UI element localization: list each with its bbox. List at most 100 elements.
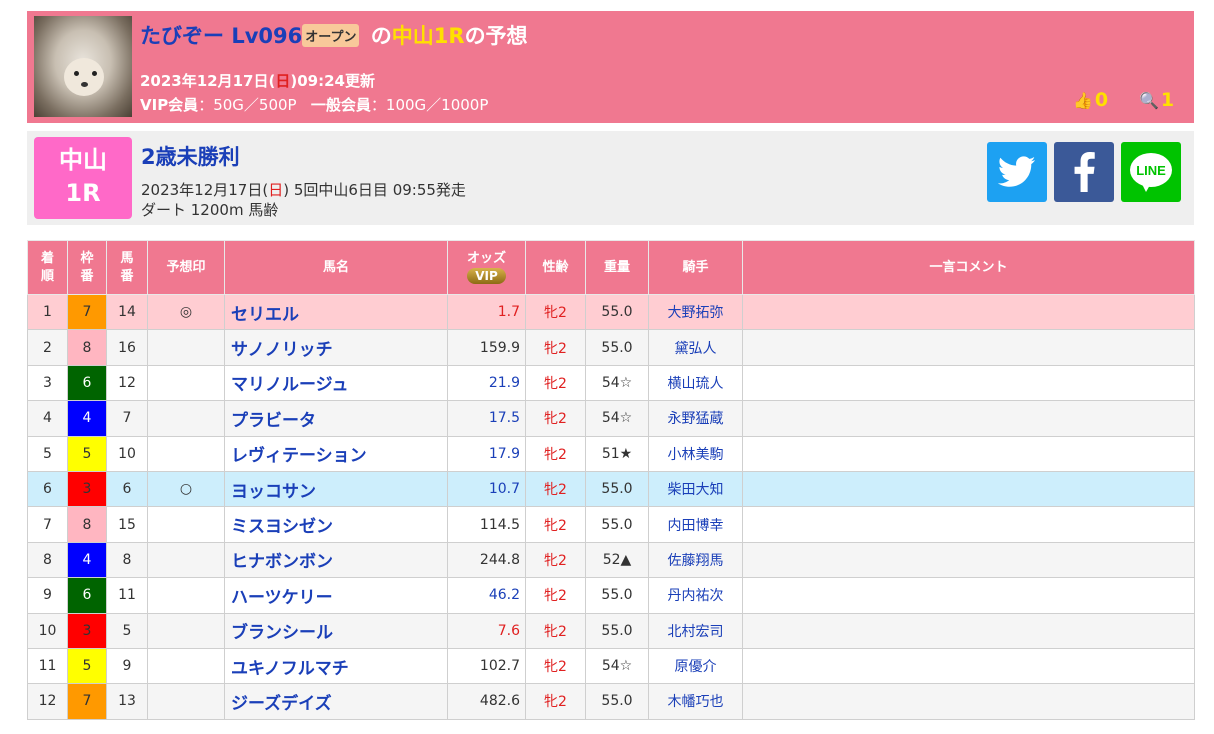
odds-cell: 114.5	[447, 506, 526, 543]
table-row: 9 6 11 ハーツケリー 46.2 牝2 55.0 丹内祐次	[27, 577, 1195, 614]
header-umaban: 馬番	[106, 240, 148, 295]
race-info-panel: 中山 1R 2歳未勝利 2023年12月17日(日) 5回中山6日目 09:55発…	[27, 131, 1194, 225]
mark-cell	[147, 435, 225, 472]
umaban-cell: 13	[106, 683, 148, 720]
like-counter[interactable]: 👍 0	[1073, 89, 1108, 111]
sexage-cell: 牝2	[525, 506, 586, 543]
mark-cell	[147, 364, 225, 402]
predictor-name-link[interactable]: たびぞー Lv096	[140, 24, 302, 48]
waku-cell: 4	[67, 541, 107, 579]
weight-cell: 55.0	[585, 506, 649, 543]
waku-cell: 4	[67, 400, 107, 437]
weight-cell: 55.0	[585, 293, 649, 331]
horse-name-link[interactable]: プラビータ	[224, 400, 448, 437]
umaban-cell: 10	[106, 435, 148, 472]
jockey-link[interactable]: 大野拓弥	[648, 293, 743, 331]
umaban-cell: 5	[106, 612, 148, 649]
table-row: 11 5 9 ユキノフルマチ 102.7 牝2 54☆ 原優介	[27, 647, 1195, 685]
horse-name-link[interactable]: ユキノフルマチ	[224, 647, 448, 685]
comment-cell	[742, 435, 1195, 472]
jockey-link[interactable]: 黛弘人	[648, 329, 743, 366]
horse-name-link[interactable]: ヒナボンボン	[224, 541, 448, 579]
rank-cell: 11	[27, 647, 68, 685]
odds-cell: 10.7	[447, 470, 526, 508]
horse-name-link[interactable]: ジーズデイズ	[224, 683, 448, 720]
sexage-cell: 牝2	[525, 612, 586, 649]
horse-name-link[interactable]: ブランシール	[224, 612, 448, 649]
jockey-link[interactable]: 木幡巧也	[648, 683, 743, 720]
mark-cell	[147, 329, 225, 366]
odds-cell: 21.9	[447, 364, 526, 402]
jockey-link[interactable]: 永野猛蔵	[648, 400, 743, 437]
weight-cell: 55.0	[585, 683, 649, 720]
odds-cell: 1.7	[447, 293, 526, 331]
mark-cell: ◎	[147, 293, 225, 331]
mark-cell	[147, 400, 225, 437]
table-row: 4 4 7 プラビータ 17.5 牝2 54☆ 永野猛蔵	[27, 400, 1195, 437]
facebook-share-button[interactable]	[1054, 142, 1114, 202]
weight-cell: 51★	[585, 435, 649, 472]
jockey-link[interactable]: 横山琉人	[648, 364, 743, 402]
horse-name-link[interactable]: マリノルージュ	[224, 364, 448, 402]
rank-cell: 10	[27, 612, 68, 649]
rank-cell: 5	[27, 435, 68, 472]
jockey-link[interactable]: 小林美駒	[648, 435, 743, 472]
jockey-link[interactable]: 佐藤翔馬	[648, 541, 743, 579]
horse-name-link[interactable]: サノノリッチ	[224, 329, 448, 366]
header-sexage: 性齢	[525, 240, 586, 295]
header-weight: 重量	[585, 240, 649, 295]
weight-cell: 54☆	[585, 364, 649, 402]
twitter-share-button[interactable]	[987, 142, 1047, 202]
sexage-cell: 牝2	[525, 293, 586, 331]
table-row: 12 7 13 ジーズデイズ 482.6 牝2 55.0 木幡巧也	[27, 683, 1195, 720]
rank-cell: 8	[27, 541, 68, 579]
horse-name-link[interactable]: セリエル	[224, 293, 448, 331]
waku-cell: 3	[67, 612, 107, 649]
horse-name-link[interactable]: レヴィテーション	[224, 435, 448, 472]
umaban-cell: 6	[106, 470, 148, 508]
odds-cell: 17.5	[447, 400, 526, 437]
umaban-cell: 16	[106, 329, 148, 366]
horse-name-link[interactable]: ミスヨシゼン	[224, 506, 448, 543]
sexage-cell: 牝2	[525, 541, 586, 579]
rank-cell: 7	[27, 506, 68, 543]
jockey-link[interactable]: 北村宏司	[648, 612, 743, 649]
jockey-link[interactable]: 内田博幸	[648, 506, 743, 543]
facebook-icon	[1074, 152, 1095, 192]
umaban-cell: 7	[106, 400, 148, 437]
horse-name-link[interactable]: ハーツケリー	[224, 577, 448, 614]
odds-cell: 46.2	[447, 577, 526, 614]
odds-cell: 159.9	[447, 329, 526, 366]
horse-name-link[interactable]: ヨッコサン	[224, 470, 448, 508]
user-avatar[interactable]	[34, 16, 132, 117]
vip-badge: VIP	[467, 267, 506, 284]
odds-cell: 17.9	[447, 435, 526, 472]
comment-cell	[742, 683, 1195, 720]
svg-text:LINE: LINE	[1136, 163, 1166, 178]
jockey-link[interactable]: 丹内祐次	[648, 577, 743, 614]
line-share-button[interactable]: LINE	[1121, 142, 1181, 202]
rank-cell: 3	[27, 364, 68, 402]
price-info: VIP会員：50G／500P 一般会員：100G／1000P	[140, 96, 489, 114]
weight-cell: 54☆	[585, 400, 649, 437]
table-row: 1 7 14 ◎ セリエル 1.7 牝2 55.0 大野拓弥	[27, 293, 1195, 331]
prediction-title: たびぞー Lv096 オープン の中山1Rの予想	[140, 24, 528, 48]
mark-cell	[147, 577, 225, 614]
rank-cell: 4	[27, 400, 68, 437]
sexage-cell: 牝2	[525, 470, 586, 508]
umaban-cell: 11	[106, 577, 148, 614]
race-results-table: 着順 枠番 馬番 予想印 馬名 オッズ VIP 性齢 重量 騎手 一言コメント 1…	[27, 240, 1195, 720]
table-row: 8 4 8 ヒナボンボン 244.8 牝2 52▲ 佐藤翔馬	[27, 541, 1195, 579]
jockey-link[interactable]: 柴田大知	[648, 470, 743, 508]
race-title-highlight: 中山1R	[391, 24, 465, 48]
umaban-cell: 8	[106, 541, 148, 579]
line-icon: LINE	[1130, 153, 1172, 192]
comment-cell	[742, 612, 1195, 649]
rank-cell: 6	[27, 470, 68, 508]
header-horse: 馬名	[224, 240, 448, 295]
odds-cell: 244.8	[447, 541, 526, 579]
umaban-cell: 9	[106, 647, 148, 685]
table-row: 10 3 5 ブランシール 7.6 牝2 55.0 北村宏司	[27, 612, 1195, 649]
sexage-cell: 牝2	[525, 400, 586, 437]
jockey-link[interactable]: 原優介	[648, 647, 743, 685]
